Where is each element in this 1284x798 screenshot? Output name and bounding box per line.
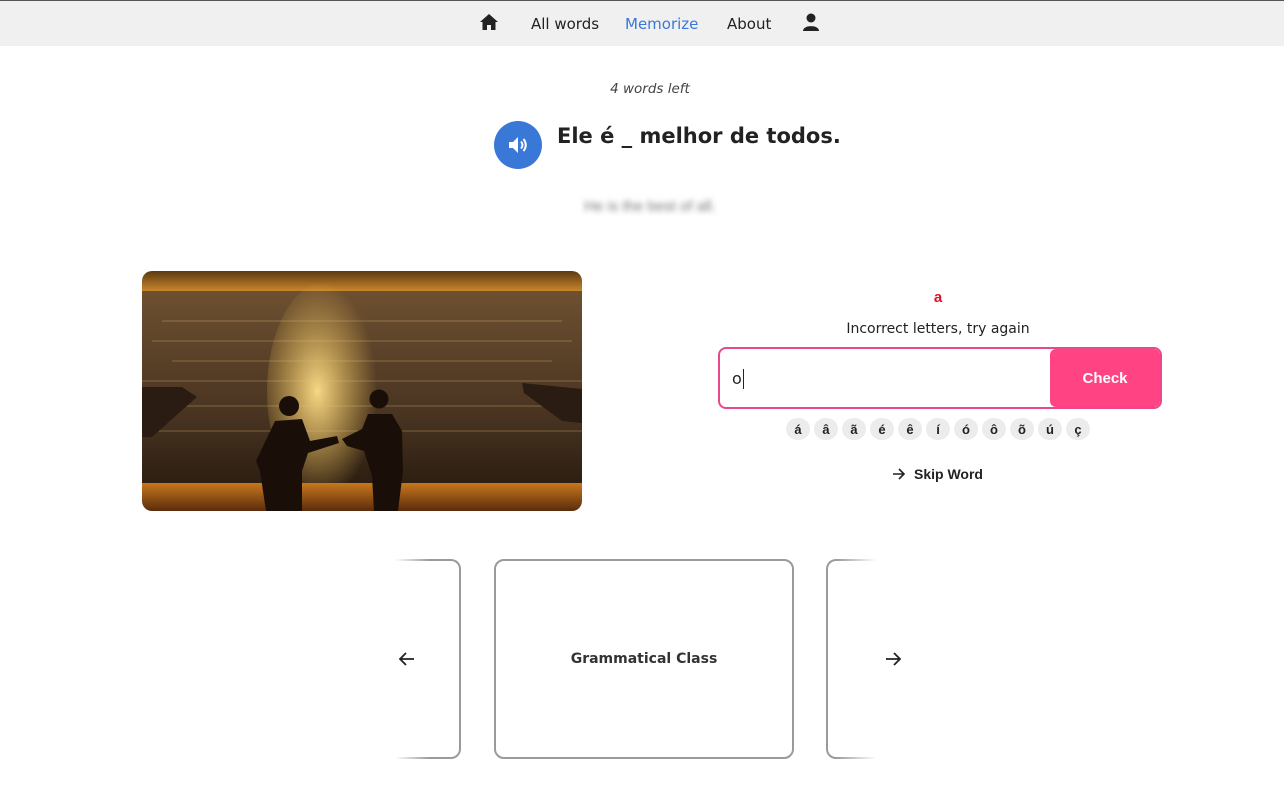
- accent-key[interactable]: õ: [1010, 418, 1034, 440]
- check-button[interactable]: Check: [1050, 349, 1160, 407]
- accent-key[interactable]: í: [926, 418, 950, 440]
- accent-key[interactable]: ú: [1038, 418, 1062, 440]
- accent-key[interactable]: é: [870, 418, 894, 440]
- accent-keyboard: á â ã é ê í ó ô õ ú ç: [786, 418, 1090, 440]
- carousel-card-current[interactable]: Grammatical Class: [494, 559, 794, 759]
- accent-key[interactable]: â: [814, 418, 838, 440]
- feedback-message: Incorrect letters, try again: [846, 321, 1030, 337]
- accent-key[interactable]: ç: [1066, 418, 1090, 440]
- top-navbar: All words Memorize About: [0, 0, 1284, 46]
- blurred-translation[interactable]: He is the best of all.: [0, 198, 1284, 215]
- text-caret: [743, 369, 744, 389]
- answer-field: Check: [718, 347, 1162, 409]
- exercise-sentence: Ele é _ melhor de todos.: [557, 124, 841, 148]
- carousel-prev-button[interactable]: [396, 648, 418, 670]
- carousel-next-button[interactable]: [882, 648, 904, 670]
- user-icon[interactable]: [801, 12, 821, 32]
- skip-word-button[interactable]: Skip Word: [892, 466, 983, 482]
- skip-word-label: Skip Word: [914, 466, 983, 482]
- arrow-left-icon: [398, 652, 414, 666]
- accent-key[interactable]: ê: [898, 418, 922, 440]
- arrow-right-icon: [886, 652, 902, 666]
- answer-input[interactable]: [732, 349, 1050, 407]
- nav-about[interactable]: About: [727, 15, 771, 33]
- play-audio-button[interactable]: [494, 121, 542, 169]
- accent-key[interactable]: á: [786, 418, 810, 440]
- speaker-icon: [509, 137, 527, 153]
- words-left-counter: 4 words left: [610, 81, 690, 97]
- carousel-fade-right: [836, 555, 886, 765]
- nav-memorize[interactable]: Memorize: [625, 15, 698, 33]
- card-title: Grammatical Class: [570, 651, 718, 667]
- arrow-right-icon: [893, 468, 906, 480]
- nav-all-words[interactable]: All words: [531, 15, 599, 33]
- accent-key[interactable]: ô: [982, 418, 1006, 440]
- home-icon[interactable]: [479, 12, 499, 32]
- accent-key[interactable]: ó: [954, 418, 978, 440]
- context-image: [142, 271, 582, 511]
- accent-key[interactable]: ã: [842, 418, 866, 440]
- hint-letter: a: [933, 289, 943, 306]
